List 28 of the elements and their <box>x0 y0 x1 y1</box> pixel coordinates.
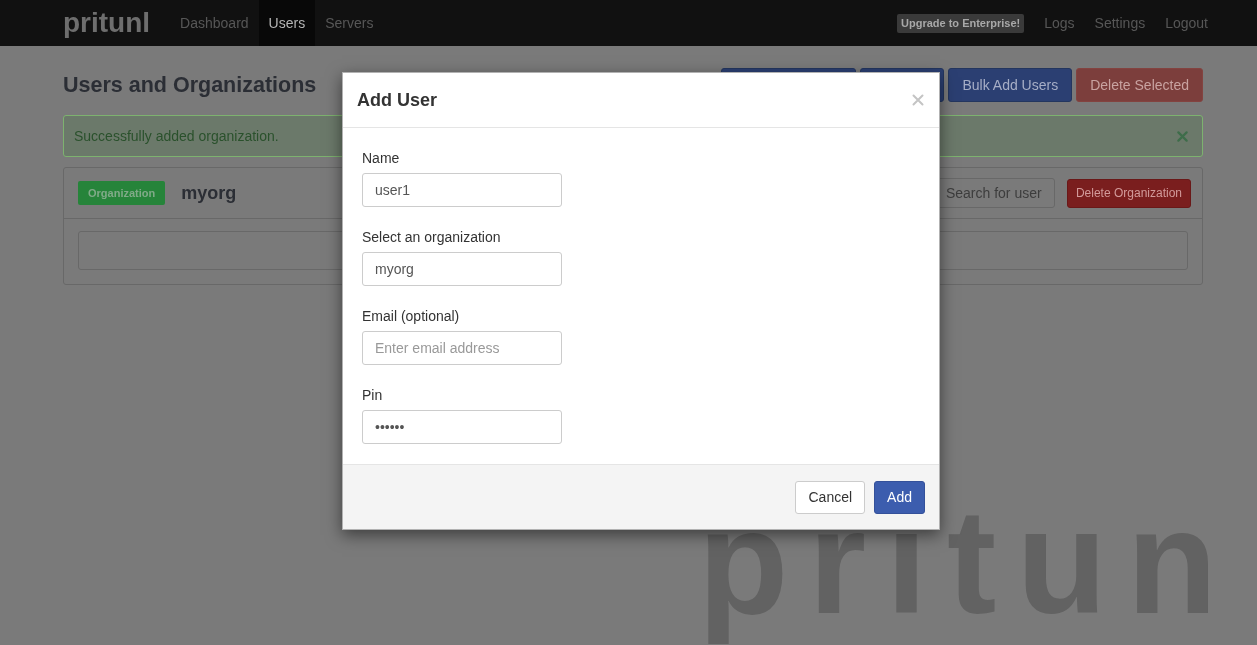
nav-link[interactable]: Logs <box>1034 0 1085 46</box>
dialog-button[interactable]: Add <box>874 480 925 514</box>
page-title: Users and Organizations <box>63 71 317 99</box>
input-field[interactable]: myorg <box>362 252 562 286</box>
field-label: Pin <box>362 386 383 405</box>
field-label: Select an organization <box>362 228 501 247</box>
input-field[interactable]: •••••• <box>362 410 562 444</box>
nav-link[interactable]: Dashboard <box>170 0 259 46</box>
modal-title: Add User <box>357 88 437 112</box>
nav-link[interactable]: Servers <box>315 0 384 46</box>
nav-link[interactable]: Users <box>258 0 316 46</box>
nav-link[interactable]: Settings <box>1084 0 1156 46</box>
organization-name: myorg <box>181 181 237 205</box>
dialog-button[interactable]: Cancel <box>795 480 866 514</box>
organization-badge: Organization <box>78 181 166 205</box>
action-button[interactable]: Bulk Add Users <box>948 68 1073 102</box>
upgrade-badge[interactable]: Upgrade to Enterprise! <box>897 13 1025 33</box>
action-button[interactable]: Delete Selected <box>1076 68 1203 102</box>
app-logo[interactable]: pritunl <box>63 9 151 37</box>
input-field[interactable]: Enter email address <box>362 331 562 365</box>
nav-link[interactable]: Logout <box>1155 0 1218 46</box>
close-icon[interactable] <box>1177 130 1188 142</box>
input-field[interactable]: user1 <box>362 173 562 207</box>
field-label: Email (optional) <box>362 307 460 326</box>
delete-button[interactable]: Delete Organization <box>1066 178 1191 208</box>
field-label: Name <box>362 149 400 168</box>
close-icon[interactable] <box>912 94 924 106</box>
alert-message: Successfully added organization. <box>74 126 279 146</box>
